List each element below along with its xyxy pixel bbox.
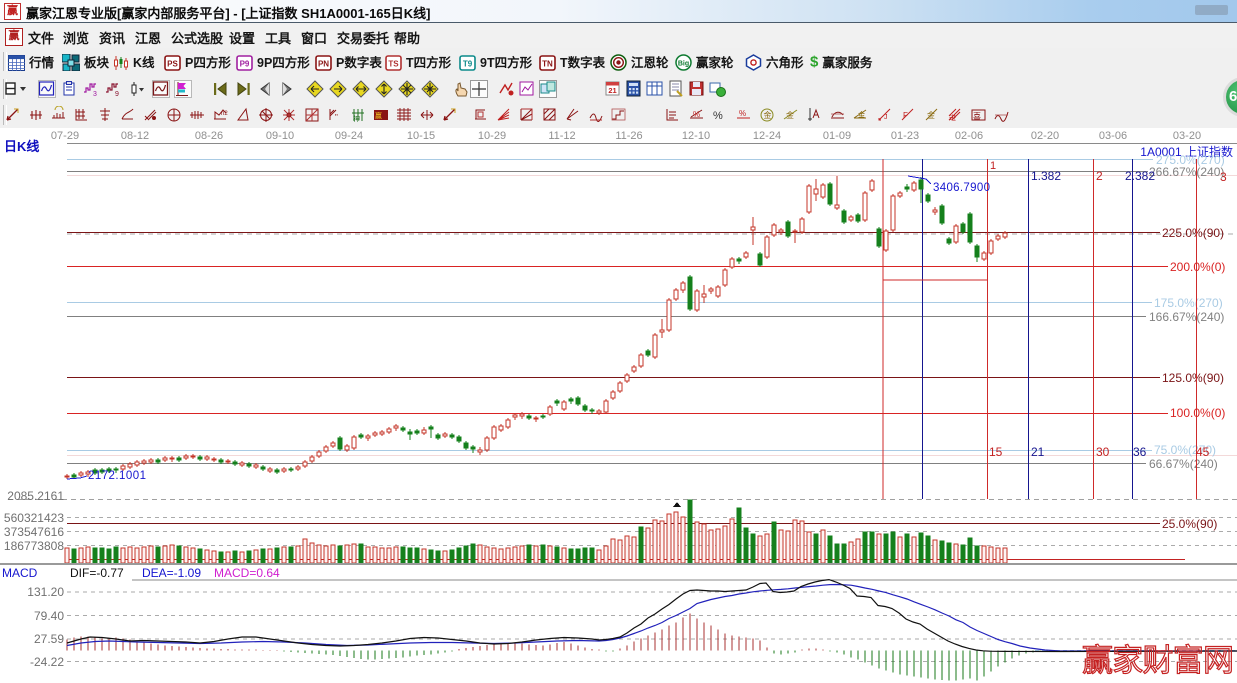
svg-text:2172.1001: 2172.1001 (88, 470, 146, 482)
svg-text:DEA=-1.09: DEA=-1.09 (142, 566, 201, 580)
svg-text:125.0%(90): 125.0%(90) (1162, 371, 1224, 385)
svg-text:131.20: 131.20 (27, 585, 64, 599)
svg-text:%: % (739, 109, 746, 118)
svg-text:9: 9 (115, 91, 119, 98)
svg-text:金: 金 (764, 110, 772, 120)
svg-text:12-10: 12-10 (682, 130, 710, 142)
svg-text:02-20: 02-20 (1031, 130, 1059, 142)
svg-text:01-09: 01-09 (823, 130, 851, 142)
svg-text:03-06: 03-06 (1099, 130, 1127, 142)
svg-text:66.67%(240): 66.67%(240) (1149, 457, 1218, 471)
svg-text:MACD=0.64: MACD=0.64 (214, 566, 280, 580)
svg-text:金: 金 (858, 110, 865, 119)
svg-text:金: 金 (927, 110, 935, 120)
svg-text:2.382: 2.382 (1125, 169, 1155, 183)
svg-text:J: J (884, 114, 888, 121)
svg-text:45: 45 (1196, 445, 1210, 459)
svg-text:11-12: 11-12 (548, 130, 575, 142)
svg-text:07-29: 07-29 (51, 130, 79, 142)
svg-text:12-24: 12-24 (753, 130, 781, 142)
svg-text:79.40: 79.40 (34, 609, 64, 623)
svg-text:09-24: 09-24 (335, 130, 363, 142)
svg-text:赢家财富网: 赢家财富网 (1082, 643, 1234, 678)
svg-text:Big: Big (678, 61, 689, 68)
svg-text:175.0%(270): 175.0%(270) (1154, 296, 1223, 310)
svg-text:15: 15 (989, 445, 1003, 459)
svg-text:27.59: 27.59 (34, 632, 64, 646)
svg-text:3: 3 (1220, 170, 1227, 184)
svg-text:T9: T9 (463, 59, 473, 68)
svg-text:1.382: 1.382 (1031, 169, 1061, 183)
svg-text:21: 21 (608, 86, 616, 95)
svg-text:36: 36 (1133, 445, 1147, 459)
svg-text:P9: P9 (240, 59, 250, 68)
svg-text:神: 神 (353, 114, 360, 123)
svg-text:DIF=-0.77: DIF=-0.77 (70, 566, 124, 580)
svg-text:560321423: 560321423 (4, 511, 64, 525)
svg-text:进: 进 (949, 114, 956, 122)
svg-text:日K线: 日K线 (4, 139, 39, 154)
svg-text:266.67%(240): 266.67%(240) (1149, 165, 1224, 179)
svg-text:PS: PS (167, 59, 178, 68)
svg-text:10-29: 10-29 (478, 130, 506, 142)
svg-text:-24.22: -24.22 (30, 655, 64, 669)
svg-text:2085.2161: 2085.2161 (7, 489, 64, 503)
svg-text:30: 30 (1096, 445, 1110, 459)
svg-text:100.0%(0): 100.0%(0) (1170, 406, 1225, 420)
svg-text:03-20: 03-20 (1173, 130, 1201, 142)
svg-text:3406.7900: 3406.7900 (933, 182, 990, 194)
svg-text:n2: n2 (221, 111, 228, 117)
svg-text:3: 3 (93, 91, 97, 98)
svg-text:MACD: MACD (2, 566, 38, 580)
svg-text:赢: 赢 (375, 111, 382, 120)
svg-text:225.0%(90): 225.0%(90) (1162, 226, 1224, 240)
svg-text:25.0%(90): 25.0%(90) (1162, 517, 1217, 531)
svg-text:2: 2 (1096, 169, 1103, 183)
svg-text:": " (335, 113, 338, 122)
svg-text:%: % (693, 110, 700, 119)
svg-text:08-12: 08-12 (121, 130, 149, 142)
svg-text:11-26: 11-26 (615, 130, 642, 142)
svg-text:TN: TN (542, 59, 553, 68)
svg-text:09-10: 09-10 (266, 130, 294, 142)
svg-text:TS: TS (388, 59, 399, 68)
svg-text:21: 21 (1031, 445, 1045, 459)
svg-text:02-06: 02-06 (955, 130, 983, 142)
svg-text:PN: PN (318, 59, 329, 68)
svg-text:喜: 喜 (973, 111, 981, 121)
svg-text:200.0%(0): 200.0%(0) (1170, 260, 1225, 274)
svg-text:金: 金 (786, 110, 794, 120)
svg-text:F: F (903, 111, 908, 120)
svg-text:186773808: 186773808 (4, 539, 64, 553)
svg-text:01-23: 01-23 (891, 130, 919, 142)
svg-text:10-15: 10-15 (407, 130, 435, 142)
svg-text:%: % (713, 110, 723, 122)
svg-text:373547616: 373547616 (4, 525, 64, 539)
svg-text:08-26: 08-26 (195, 130, 223, 142)
svg-text:1: 1 (990, 160, 996, 172)
svg-text:166.67%(240): 166.67%(240) (1149, 310, 1224, 324)
